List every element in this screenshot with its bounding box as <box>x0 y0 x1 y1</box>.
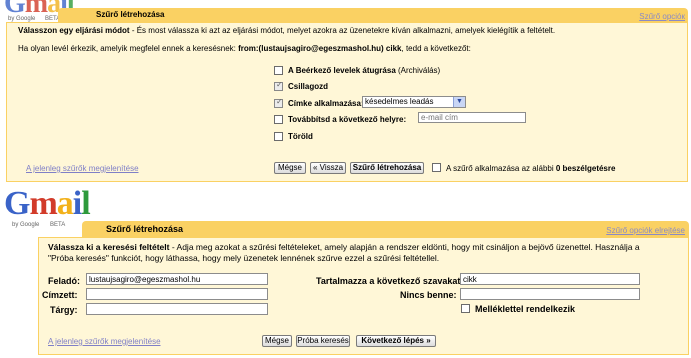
subject-label: Tárgy: <box>50 305 78 315</box>
filter-options-link[interactable]: Szűrő opcióк <box>639 12 685 21</box>
delete-label: Töröld <box>288 132 313 141</box>
intro-line2: "Próba keresés" funkciót, hogy láthassa,… <box>48 253 440 263</box>
criteria-value: from:(lustaujsagiro@egeszmashol.hu) cikk <box>238 44 402 53</box>
from-input[interactable] <box>86 273 268 285</box>
hide-filter-options-link[interactable]: Szűrő opciók elrejtése <box>606 226 685 235</box>
apply-label-label: Címke alkalmazása: <box>288 99 364 108</box>
test-search-button[interactable]: Próba keresés <box>296 335 350 347</box>
star-checkbox[interactable] <box>274 80 283 91</box>
star-label: Csillagozd <box>288 82 329 91</box>
intro-bold: Válassza ki a keresési feltételt <box>48 242 170 252</box>
criteria-text: Ha olyan levél érkezik, amelyik megfelel… <box>18 44 471 53</box>
skip-inbox-label: A Beérkező levelek átugrása (Archiválás) <box>288 66 440 75</box>
intro-text: Válasszon egy eljárási módot - És most v… <box>18 26 555 35</box>
apply-to-existing-label: A szűrő alkalmazása az alábbi 0 beszélge… <box>446 164 615 173</box>
next-step-button[interactable]: Következő lépés » <box>356 335 436 347</box>
doesnt-have-input[interactable] <box>460 288 640 300</box>
forward-email-input[interactable] <box>418 112 526 123</box>
intro-rest: - Adja meg azokat a szűrési feltételeket… <box>169 242 640 252</box>
skip-inbox-label-text: A Beérkező levelek átugrása <box>288 66 396 75</box>
to-input[interactable] <box>86 288 268 300</box>
delete-checkbox[interactable] <box>274 132 283 141</box>
show-current-filters-link[interactable]: A jelenleg szűrők megjelenítése <box>26 164 139 173</box>
logo-by-google: by Google <box>12 222 40 228</box>
chevron-down-icon[interactable]: ▼ <box>453 97 465 107</box>
has-words-input[interactable] <box>460 273 640 285</box>
has-attachment-label: Melléklettel rendelkezik <box>475 304 576 314</box>
forward-checkbox[interactable] <box>274 115 283 124</box>
skip-inbox-note: (Archiválás) <box>395 66 441 75</box>
page-title: Szűrő létrehozása <box>106 224 184 234</box>
show-current-filters-link[interactable]: A jelenleg szűrők megjelenítése <box>48 337 161 346</box>
apply-to-existing-text: A szűrő alkalmazása az alábbi <box>446 164 556 173</box>
forward-label: Továbbítsd a következő helyre: <box>288 115 407 124</box>
apply-to-existing-checkbox[interactable] <box>432 163 441 172</box>
to-label: Címzett: <box>42 290 78 300</box>
intro-rest: - És most válassza ki azt az eljárási mó… <box>129 26 556 35</box>
doesnt-have-label: Nincs benne: <box>400 290 457 300</box>
apply-label-checkbox[interactable] <box>274 97 283 108</box>
gmail-logo[interactable]: Gmail <box>4 185 91 223</box>
from-label: Feladó: <box>48 276 81 286</box>
apply-to-existing-bold: beszélgetésre <box>560 164 616 173</box>
filter-criteria-panel: Gmail by Google BETA Szűrő létrehozása S… <box>0 185 691 358</box>
filter-actions-panel: Gmail by Google BETA Szűrő létrehozása S… <box>0 0 691 184</box>
create-filter-button[interactable]: Szűrő létrehozása <box>350 162 424 174</box>
label-select-value: késedelmes leadás <box>365 97 434 106</box>
subject-input[interactable] <box>86 303 268 315</box>
skip-inbox-checkbox[interactable] <box>274 66 283 75</box>
cancel-button[interactable]: Mégse <box>274 162 306 174</box>
cancel-button[interactable]: Mégse <box>262 335 292 347</box>
intro-bold: Válasszon egy eljárási módot <box>18 26 130 35</box>
page-title: Szűrő létrehozása <box>96 10 165 19</box>
label-select[interactable]: késedelmes leadás ▼ <box>362 96 466 108</box>
criteria-prefix: Ha olyan levél érkezik, amelyik megfelel… <box>18 44 239 53</box>
intro-text: Válassza ki a keresési feltételt - Adja … <box>48 242 640 252</box>
criteria-suffix: , tedd a következőt: <box>401 44 471 53</box>
logo-beta: BETA <box>50 222 66 228</box>
has-attachment-checkbox[interactable] <box>461 304 470 313</box>
has-words-label: Tartalmazza a következő szavakat: <box>316 276 464 286</box>
back-button[interactable]: « Vissza <box>310 162 346 174</box>
